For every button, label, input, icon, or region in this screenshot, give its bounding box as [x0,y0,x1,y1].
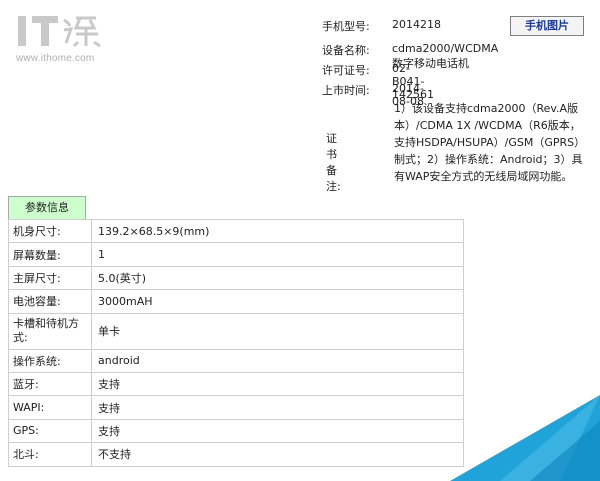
param-value: 不支持 [91,442,464,467]
launch-date-label: 上市时间: [322,84,370,97]
ithome-logo: www.ithome.com [10,8,120,70]
table-row: 屏幕数量: 1 [8,242,464,267]
model-value: 2014218 [392,18,441,31]
certificate-note-value: 1）该设备支持cdma2000（Rev.A版本）/CDMA 1X /WCDMA（… [394,102,586,183]
param-value: 支持 [91,395,464,420]
tab-param-info[interactable]: 参数信息 [8,196,86,219]
params-table: 机身尺寸: 139.2×68.5×9(mm) 屏幕数量: 1 主屏尺寸: 5.0… [8,218,464,467]
param-key: 机身尺寸: [8,218,92,244]
param-key: 操作系统: [8,348,92,373]
param-key: WAPI: [8,395,92,420]
param-key: 电池容量: [8,289,92,314]
param-value: android [91,348,464,373]
table-row: 卡槽和待机方式: 单卡 [8,312,464,350]
param-value: 支持 [91,371,464,397]
table-row: 机身尺寸: 139.2×68.5×9(mm) [8,218,464,244]
table-row: 蓝牙: 支持 [8,371,464,397]
param-key: 卡槽和待机方式: [8,312,92,350]
param-value: 3000mAH [91,289,464,314]
license-label: 许可证号: [322,64,370,77]
device-name-label: 设备名称: [322,44,370,57]
param-key: 蓝牙: [8,371,92,397]
table-row: GPS: 支持 [8,418,464,444]
phone-picture-button[interactable]: 手机图片 [510,16,584,36]
param-value: 1 [91,242,464,267]
table-row: 操作系统: android [8,348,464,373]
param-value: 支持 [91,418,464,444]
param-key: 屏幕数量: [8,242,92,267]
table-row: 电池容量: 3000mAH [8,289,464,314]
param-value: 单卡 [91,312,464,350]
param-value: 5.0(英寸) [91,265,464,291]
table-row: WAPI: 支持 [8,395,464,420]
param-value: 139.2×68.5×9(mm) [91,218,464,244]
table-row: 北斗: 不支持 [8,442,464,467]
ithome-logo-icon [18,16,101,48]
param-key: GPS: [8,418,92,444]
decorative-corner [450,395,600,481]
table-row: 主屏尺寸: 5.0(英寸) [8,265,464,291]
param-key: 北斗: [8,442,92,467]
site-url: www.ithome.com [16,53,95,64]
certificate-note-label: 证书备注: [326,132,341,193]
model-label: 手机型号: [322,20,370,33]
param-key: 主屏尺寸: [8,265,92,291]
